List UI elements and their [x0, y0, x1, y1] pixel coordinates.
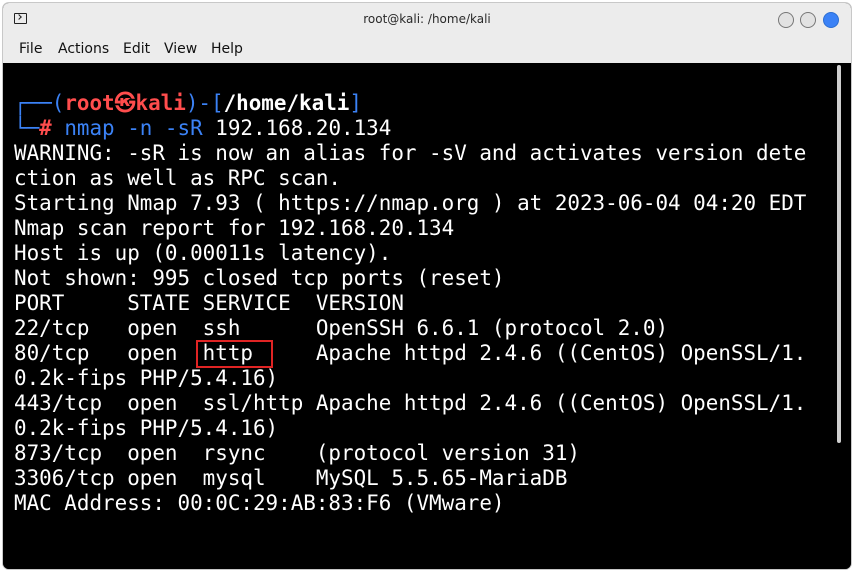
output-line: Starting Nmap 7.93 ( https://nmap.org ) …: [14, 191, 807, 215]
command-args: -n -sR: [127, 116, 203, 140]
terminal-output[interactable]: ┌──(root㉿kali)-[/home/kali] └─# nmap -n …: [3, 63, 851, 569]
prompt-bracket-close: ]: [349, 91, 362, 115]
prompt-line-2: └─# nmap -n -sR 192.168.20.134: [14, 116, 391, 141]
prompt-at-symbol: ㉿: [114, 91, 136, 115]
output-line: ction as well as RPC scan.: [14, 166, 342, 190]
menu-file[interactable]: File: [19, 41, 42, 57]
prompt-open-paren: (: [51, 91, 65, 115]
menu-actions[interactable]: Actions: [58, 41, 109, 57]
close-button[interactable]: [823, 12, 839, 28]
mac-address-line: MAC Address: 00:0C:29:AB:83:F6 (VMware): [14, 491, 505, 515]
prompt-user: root: [64, 91, 115, 115]
terminal-window: root@kali: /home/kali File Actions Edit …: [3, 3, 851, 569]
scrollbar[interactable]: [837, 65, 841, 443]
window-title: root@kali: /home/kali: [363, 12, 491, 26]
command-name: nmap: [64, 116, 115, 140]
table-row: 873/tcp open rsync (protocol version 31): [14, 441, 580, 465]
minimize-button[interactable]: [778, 12, 794, 28]
table-row: 443/tcp open ssl/http Apache httpd 2.4.6…: [14, 391, 807, 415]
output-line: Nmap scan report for 192.168.20.134: [14, 216, 455, 240]
output-line: Not shown: 995 closed tcp ports (reset): [14, 266, 505, 290]
output-line: WARNING: -sR is now an alias for -sV and…: [14, 141, 807, 165]
output-line: Host is up (0.00011s latency).: [14, 241, 392, 265]
table-row: 0.2k-fips PHP/5.4.16): [14, 416, 279, 440]
prompt-line-1: ┌──(root㉿kali)-[/home/kali]: [14, 91, 362, 116]
maximize-button[interactable]: [800, 12, 816, 28]
table-row: 22/tcp open ssh OpenSSH 6.6.1 (protocol …: [14, 316, 669, 340]
prompt-corner-bottom: └─: [14, 116, 40, 140]
menu-bar: File Actions Edit View Help: [3, 36, 851, 63]
prompt-hash: #: [39, 116, 52, 140]
prompt-dash-bracket: -[: [198, 91, 224, 115]
http-highlight-box: [196, 340, 273, 368]
prompt-path: /home/kali: [223, 91, 350, 115]
table-row: 3306/tcp open mysql MySQL 5.5.65-MariaDB: [14, 466, 568, 490]
table-row: 0.2k-fips PHP/5.4.16): [14, 366, 279, 390]
table-header: PORT STATE SERVICE VERSION: [14, 291, 404, 315]
table-row: 80/tcp open http Apache httpd 2.4.6 ((Ce…: [14, 341, 807, 365]
title-bar[interactable]: root@kali: /home/kali: [3, 3, 851, 36]
prompt-host: kali: [135, 91, 186, 115]
prompt-corner-top: ┌──: [14, 91, 52, 115]
menu-help[interactable]: Help: [211, 41, 243, 57]
prompt-close-paren: ): [185, 91, 199, 115]
menu-edit[interactable]: Edit: [123, 41, 150, 57]
menu-view[interactable]: View: [164, 41, 197, 57]
command-target: 192.168.20.134: [215, 116, 392, 140]
